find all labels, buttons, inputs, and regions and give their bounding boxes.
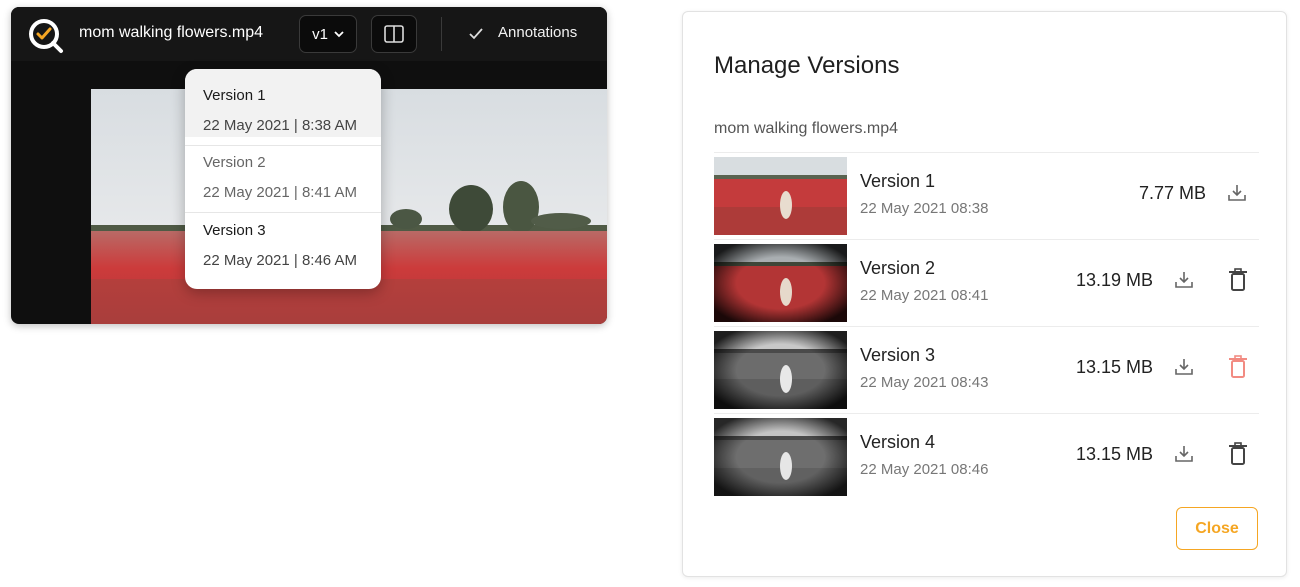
version-size: 7.77 MB — [1138, 183, 1206, 203]
version-date: 22 May 2021 08:43 — [860, 374, 989, 391]
dropdown-item-date: 22 May 2021 | 8:41 AM — [203, 184, 357, 201]
download-icon[interactable] — [1173, 269, 1195, 291]
version-name: Version 4 — [860, 432, 936, 452]
version-row: Version 1 22 May 2021 08:38 7.77 MB — [714, 152, 1259, 239]
version-row: Version 2 22 May 2021 08:41 13.19 MB — [714, 239, 1259, 326]
version-thumbnail — [714, 157, 847, 235]
version-date: 22 May 2021 08:38 — [860, 200, 989, 217]
version-selector-label: v1 — [312, 25, 328, 43]
dropdown-item-date: 22 May 2021 | 8:46 AM — [203, 252, 357, 269]
version-thumbnail — [714, 244, 847, 322]
dropdown-item-name: Version 3 — [203, 222, 266, 239]
dropdown-item-version-2[interactable]: Version 2 22 May 2021 | 8:41 AM — [185, 136, 381, 204]
trash-icon[interactable] — [1226, 441, 1250, 467]
version-dropdown: Version 1 22 May 2021 | 8:38 AM Version … — [185, 69, 381, 289]
dropdown-item-version-1[interactable]: Version 1 22 May 2021 | 8:38 AM — [185, 69, 381, 137]
version-thumbnail — [714, 418, 847, 496]
file-title: mom walking flowers.mp4 — [79, 24, 264, 41]
close-button[interactable]: Close — [1176, 507, 1258, 550]
download-icon[interactable] — [1173, 356, 1195, 378]
version-name: Version 1 — [860, 171, 936, 191]
dialog-title: Manage Versions — [714, 52, 900, 79]
player-toolbar: mom walking flowers.mp4 v1 Annotations — [11, 7, 607, 61]
version-size: 13.15 MB — [1075, 357, 1153, 377]
dropdown-item-name: Version 2 — [203, 154, 266, 171]
dropdown-item-date: 22 May 2021 | 8:38 AM — [203, 117, 357, 134]
version-name: Version 2 — [860, 258, 936, 278]
chevron-down-icon — [334, 31, 344, 38]
version-thumbnail — [714, 331, 847, 409]
version-size: 13.15 MB — [1075, 444, 1153, 464]
version-name: Version 3 — [860, 345, 936, 365]
compare-view-button[interactable] — [371, 15, 417, 53]
trash-icon[interactable] — [1226, 354, 1250, 380]
version-row: Version 3 22 May 2021 08:43 13.15 MB — [714, 326, 1259, 413]
dialog-file-name: mom walking flowers.mp4 — [714, 120, 899, 137]
video-player: mom walking flowers.mp4 v1 Annotations V… — [11, 7, 607, 324]
dropdown-item-name: Version 1 — [203, 87, 266, 104]
logo-icon — [29, 19, 63, 53]
dropdown-item-version-3[interactable]: Version 3 22 May 2021 | 8:46 AM — [185, 204, 381, 272]
version-selector-button[interactable]: v1 — [299, 15, 357, 53]
manage-versions-dialog: Manage Versions mom walking flowers.mp4 … — [682, 11, 1287, 577]
version-row: Version 4 22 May 2021 08:46 13.15 MB — [714, 413, 1259, 500]
toolbar-divider — [441, 17, 442, 51]
download-icon[interactable] — [1226, 182, 1248, 204]
trash-icon[interactable] — [1226, 267, 1250, 293]
download-icon[interactable] — [1173, 443, 1195, 465]
version-date: 22 May 2021 08:41 — [860, 287, 989, 304]
checkbox-icon[interactable] — [467, 25, 485, 43]
split-view-icon — [384, 25, 404, 43]
version-date: 22 May 2021 08:46 — [860, 461, 989, 478]
version-size: 13.19 MB — [1075, 270, 1153, 290]
annotations-toggle-label[interactable]: Annotations — [498, 24, 577, 41]
